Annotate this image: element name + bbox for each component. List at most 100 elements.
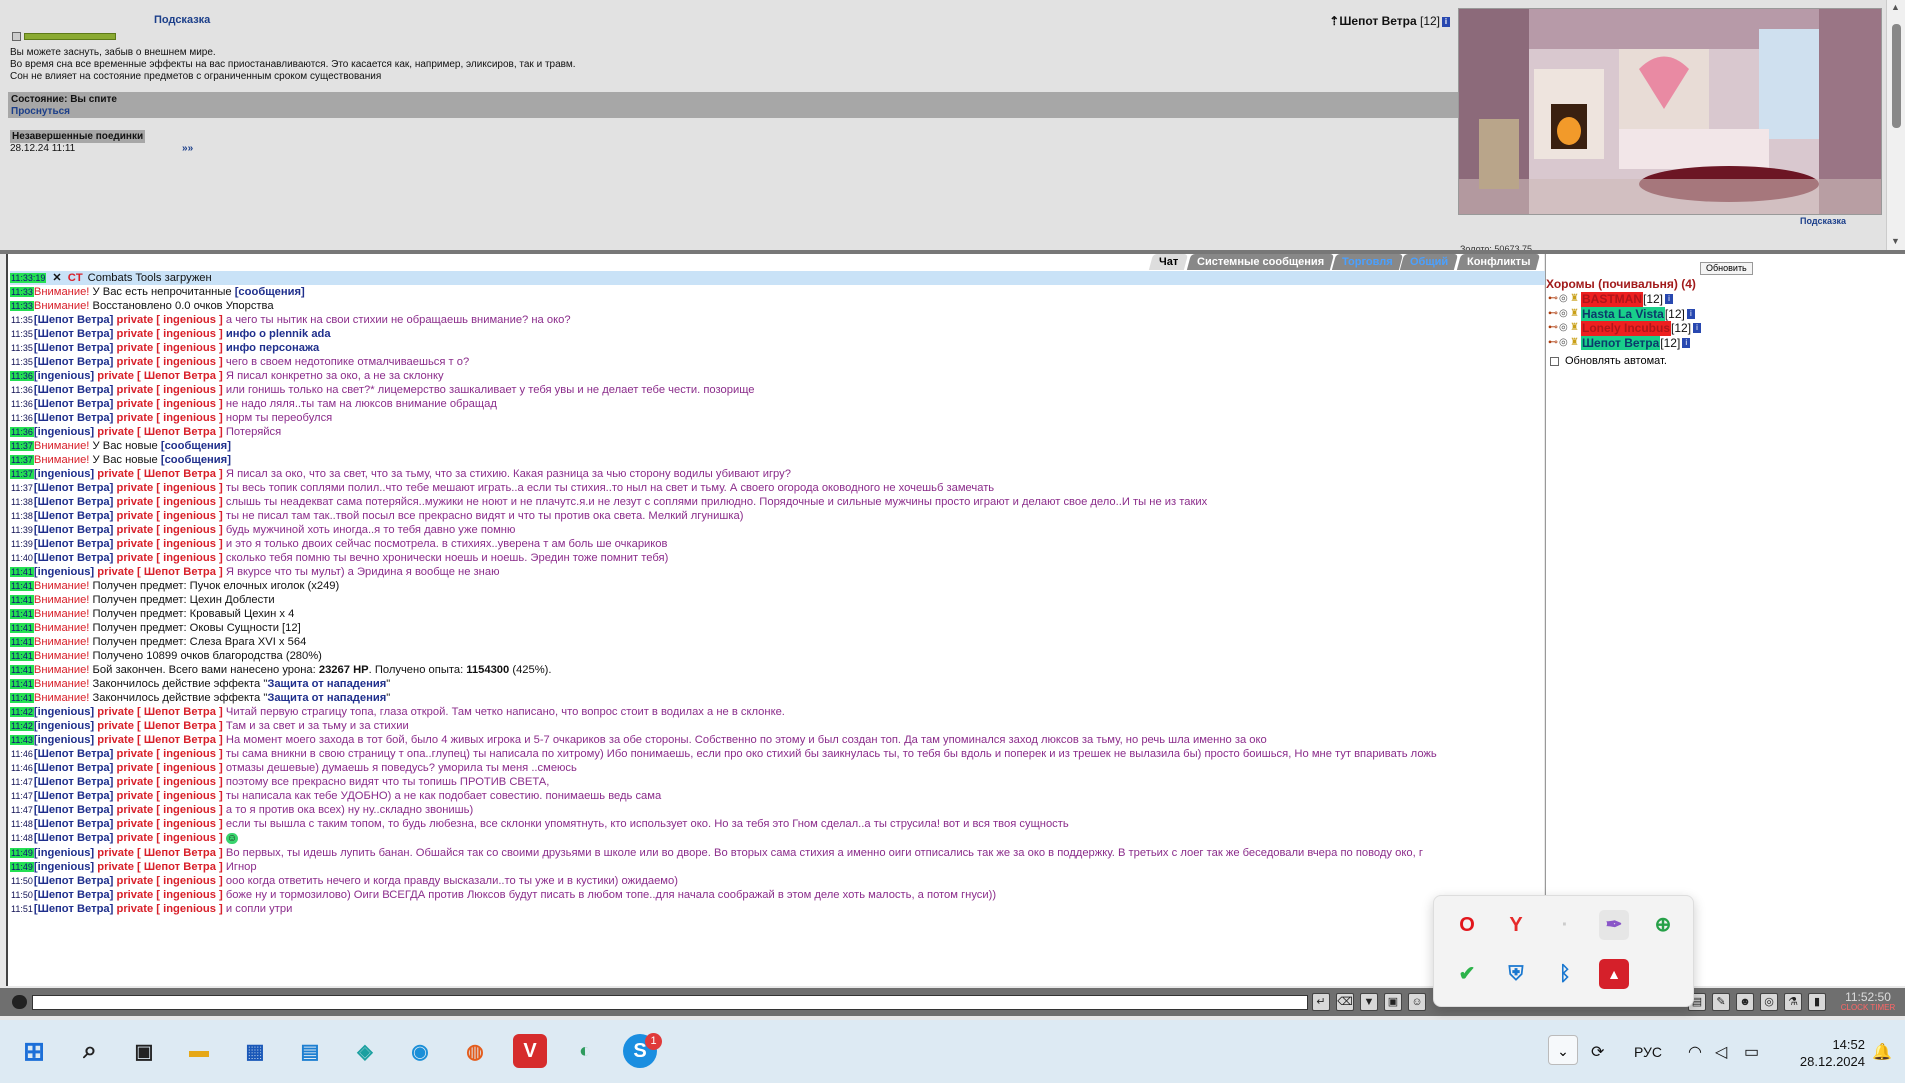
edge-icon[interactable]: ◐ — [568, 1034, 602, 1068]
user-nick[interactable]: Lonely Incubus — [1581, 321, 1672, 336]
message-link[interactable]: [сообщения] — [161, 454, 231, 466]
private-tag[interactable]: private [ ingenious ] — [116, 314, 222, 326]
face-icon[interactable]: ☻ — [1736, 993, 1754, 1011]
timestamp[interactable]: 11:37 — [10, 441, 34, 451]
private-tag[interactable]: private [ ingenious ] — [116, 482, 222, 494]
sender-nick[interactable]: [Шепот Ветра] — [34, 832, 114, 844]
private-tag[interactable]: private [ ingenious ] — [116, 903, 222, 915]
sender-nick[interactable]: [Шепот Ветра] — [34, 804, 114, 816]
pdf-app-icon[interactable]: ▲ — [1599, 959, 1629, 989]
timestamp[interactable]: 11:49 — [10, 862, 34, 872]
sender-nick[interactable]: [Шепот Ветра] — [34, 790, 114, 802]
timestamp[interactable]: 11:47 — [10, 777, 34, 787]
notification-bell-icon[interactable]: 🔔 — [1872, 1042, 1892, 1062]
timestamp[interactable]: 11:40 — [10, 553, 34, 563]
timestamp[interactable]: 11:41 — [10, 595, 34, 605]
private-message-icon[interactable]: ⊷ — [1548, 323, 1558, 333]
timestamp[interactable]: 11:33 — [10, 301, 34, 311]
private-tag[interactable]: private [ ingenious ] — [116, 889, 222, 901]
private-message-icon[interactable]: ⊷ — [1548, 338, 1558, 348]
file-explorer-icon[interactable]: ▬ — [182, 1034, 216, 1068]
wake-up-link[interactable]: Проснуться — [11, 106, 1455, 117]
sync-icon[interactable]: ⟳ — [1591, 1042, 1604, 1062]
private-tag[interactable]: private [ ingenious ] — [116, 552, 222, 564]
auto-refresh-checkbox[interactable] — [1550, 356, 1559, 366]
sender-nick[interactable]: [Шепот Ветра] — [34, 482, 114, 494]
message-link[interactable]: инфо о plennik ada — [226, 328, 331, 340]
timestamp[interactable]: 11:46 — [10, 749, 34, 759]
firefox-icon[interactable]: ◍ — [458, 1034, 492, 1068]
sender-nick[interactable]: [Шепот Ветра] — [34, 510, 114, 522]
scroll-up-icon[interactable]: ▲ — [1891, 2, 1900, 12]
timestamp[interactable]: 11:47 — [10, 791, 34, 801]
top-scrollbar[interactable]: ▲ ▼ — [1886, 0, 1905, 250]
blank-app-icon[interactable]: · — [1550, 910, 1580, 940]
sender-nick[interactable]: [Шепот Ветра] — [34, 552, 114, 564]
tab-conflicts[interactable]: Конфликты — [1456, 254, 1541, 270]
private-tag[interactable]: private [ Шепот Ветра ] — [97, 706, 223, 718]
private-tag[interactable]: private [ ingenious ] — [116, 875, 222, 887]
defender-shield-icon[interactable]: ⛨ — [1501, 959, 1531, 989]
auto-refresh[interactable]: Обновлять автомат. — [1550, 355, 1667, 367]
sender-nick[interactable]: [Шепот Ветра] — [34, 314, 114, 326]
bluetooth-icon[interactable]: ᛒ — [1550, 959, 1580, 989]
sender-nick[interactable]: [Шепот Ветра] — [34, 524, 114, 536]
vivaldi-icon[interactable]: V — [513, 1034, 547, 1068]
timestamp[interactable]: 11:36 — [10, 371, 34, 381]
person-icon[interactable]: ☺ — [1408, 993, 1426, 1011]
eraser-icon[interactable]: ⌫ — [1336, 993, 1354, 1011]
info-icon[interactable]: i — [1686, 308, 1695, 319]
close-icon[interactable]: ✕ — [52, 272, 61, 284]
timestamp[interactable]: 11:39 — [10, 525, 34, 535]
opera-icon[interactable]: O — [1452, 910, 1482, 940]
private-tag[interactable]: private [ ingenious ] — [116, 510, 222, 522]
info-icon[interactable]: i — [1442, 16, 1450, 27]
private-tag[interactable]: private [ ingenious ] — [116, 328, 222, 340]
timestamp[interactable]: 11:38 — [10, 511, 34, 521]
tab-general[interactable]: Общий — [1400, 254, 1459, 270]
timestamp[interactable]: 11:37 — [10, 455, 34, 465]
task-view-icon[interactable]: ▣ — [127, 1034, 161, 1068]
info-icon[interactable]: i — [1693, 323, 1702, 334]
cup-icon[interactable]: ◎ — [1760, 993, 1778, 1011]
timestamp[interactable]: 11:41 — [10, 651, 34, 661]
private-tag[interactable]: private [ ingenious ] — [116, 524, 222, 536]
timestamp[interactable]: 11:50 — [10, 876, 34, 886]
monitor-app-icon[interactable]: ▤ — [293, 1034, 327, 1068]
timestamp[interactable]: 11:35 — [10, 343, 34, 353]
chrome-app-icon[interactable]: ◉ — [403, 1034, 437, 1068]
language-indicator[interactable]: РУС — [1634, 1044, 1662, 1060]
timestamp[interactable]: 11:37 — [10, 483, 34, 493]
private-message-icon[interactable]: ⊷ — [1548, 308, 1558, 319]
sender-nick[interactable]: [Шепот Ветра] — [34, 328, 114, 340]
timestamp[interactable]: 11:41 — [10, 637, 34, 647]
flask-icon[interactable]: ⚗ — [1784, 993, 1802, 1011]
tab-trade[interactable]: Торговля — [1331, 254, 1403, 270]
volume-icon[interactable]: ◁ — [1715, 1042, 1727, 1062]
private-tag[interactable]: private [ ingenious ] — [116, 804, 222, 816]
user-nick[interactable]: Hasta La Vista — [1581, 306, 1665, 322]
timestamp[interactable]: 11:33 — [10, 287, 34, 297]
sender-nick[interactable]: [Шепот Ветра] — [34, 889, 114, 901]
sender-nick[interactable]: [ingenious] — [34, 734, 94, 746]
private-tag[interactable]: private [ ingenious ] — [116, 384, 222, 396]
private-tag[interactable]: private [ ingenious ] — [116, 762, 222, 774]
private-tag[interactable]: private [ Шепот Ветра ] — [97, 566, 223, 578]
sender-nick[interactable]: [Шепот Ветра] — [34, 875, 114, 887]
timestamp[interactable]: 11:50 — [10, 890, 34, 900]
private-tag[interactable]: private [ Шепот Ветра ] — [97, 468, 223, 480]
scroll-thumb[interactable] — [1892, 24, 1901, 128]
private-tag[interactable]: private [ Шепот Ветра ] — [97, 847, 223, 859]
timestamp[interactable]: 11:43 — [10, 735, 34, 745]
plus-app-icon[interactable]: ⊕ — [1648, 910, 1678, 940]
sender-nick[interactable]: [Шепот Ветра] — [34, 496, 114, 508]
refresh-button[interactable]: Обновить — [1700, 262, 1753, 275]
sender-nick[interactable]: [Шепот Ветра] — [34, 412, 114, 424]
wifi-icon[interactable]: ◠ — [1688, 1042, 1702, 1062]
timestamp[interactable]: 11:39 — [10, 539, 34, 549]
timestamp[interactable]: 11:41 — [10, 679, 34, 689]
timestamp[interactable]: 11:41 — [10, 581, 34, 591]
sender-nick[interactable]: [Шепот Ветра] — [34, 748, 114, 760]
timestamp[interactable]: 11:42 — [10, 721, 34, 731]
timestamp[interactable]: 11:49 — [10, 848, 34, 858]
